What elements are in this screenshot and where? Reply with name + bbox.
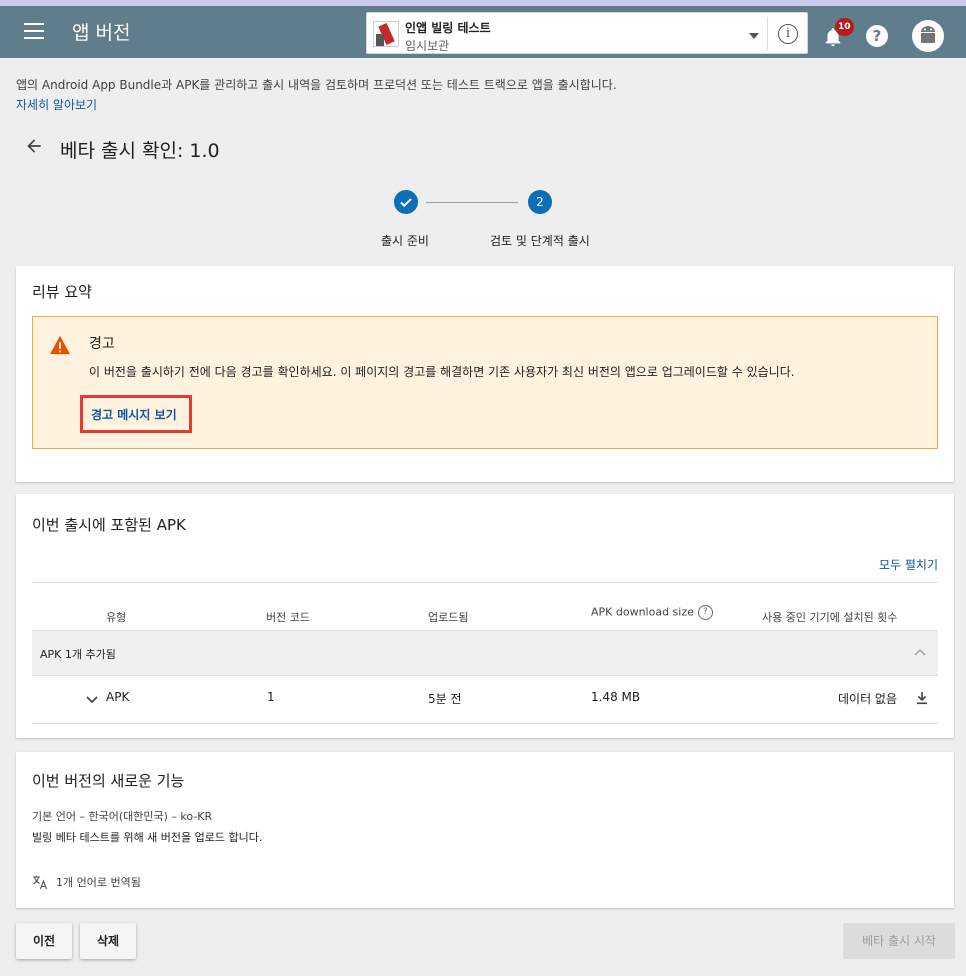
step-2-circle: 2 bbox=[528, 190, 552, 214]
review-summary-title: 리뷰 요약 bbox=[32, 283, 92, 301]
app-thumbnail bbox=[373, 21, 399, 47]
delete-button[interactable]: 삭제 bbox=[80, 923, 136, 959]
warning-title: 경고 bbox=[89, 336, 115, 352]
previous-button[interactable]: 이전 bbox=[16, 923, 72, 959]
app-name: 인앱 빌링 테스트 bbox=[405, 21, 491, 35]
chevron-down-icon[interactable] bbox=[86, 693, 98, 705]
android-avatar-icon bbox=[921, 26, 935, 43]
dropdown-caret-icon[interactable] bbox=[749, 33, 759, 39]
apk-row-uploaded: 5분 전 bbox=[428, 692, 462, 706]
back-arrow-icon[interactable] bbox=[24, 136, 44, 156]
check-icon bbox=[400, 198, 412, 208]
start-beta-rollout-button: 베타 출시 시작 bbox=[843, 923, 955, 959]
info-icon[interactable]: i bbox=[778, 24, 798, 44]
apk-group-label: APK 1개 추가됨 bbox=[40, 648, 116, 661]
step-1-circle bbox=[394, 190, 418, 214]
column-header-download-size: APK download size? bbox=[591, 605, 713, 620]
apk-row-size: 1.48 MB bbox=[591, 690, 641, 704]
apk-card: 이번 출시에 포함된 APK 모두 펼치기 유형 버전 코드 업로드됨 APK … bbox=[16, 494, 954, 738]
app-bar-title: 앱 버전 bbox=[72, 22, 131, 44]
apk-row-version-code: 1 bbox=[267, 690, 275, 704]
column-header-type: 유형 bbox=[106, 611, 127, 624]
app-status: 임시보관 bbox=[405, 39, 450, 53]
avatar[interactable] bbox=[912, 20, 944, 52]
apk-card-title: 이번 출시에 포함된 APK bbox=[32, 516, 186, 534]
whats-new-card: 이번 버전의 새로운 기능 기본 언어 – 한국어(대한민국) – ko-KR … bbox=[16, 752, 954, 908]
table-divider bbox=[32, 582, 938, 583]
download-icon[interactable] bbox=[916, 691, 928, 705]
help-circle-icon[interactable]: ? bbox=[697, 605, 713, 620]
review-summary-card: 리뷰 요약 경고 이 버전을 출시하기 전에 다음 경고를 확인하세요. 이 페… bbox=[16, 266, 954, 482]
translation-count: 1개 언어로 번역됨 bbox=[56, 876, 141, 889]
whats-new-title: 이번 버전의 새로운 기능 bbox=[32, 772, 185, 790]
top-app-bar: 앱 버전 인앱 빌링 테스트 임시보관 i 10 ? bbox=[0, 6, 966, 58]
expand-all-link[interactable]: 모두 펼치기 bbox=[879, 556, 938, 573]
step-2-label: 검토 및 단계적 출시 bbox=[490, 234, 590, 248]
selector-divider bbox=[767, 17, 768, 51]
warning-icon bbox=[50, 335, 70, 355]
stepper-connector bbox=[426, 202, 518, 203]
app-selector[interactable]: 인앱 빌링 테스트 임시보관 i bbox=[366, 12, 808, 54]
warning-box: 경고 이 버전을 출시하기 전에 다음 경고를 확인하세요. 이 페이지의 경고… bbox=[32, 316, 938, 449]
default-language: 기본 언어 – 한국어(대한민국) – ko-KR bbox=[32, 810, 213, 823]
column-header-download-size-label: APK download size bbox=[591, 605, 694, 619]
view-warnings-highlight[interactable]: 경고 메시지 보기 bbox=[80, 395, 192, 433]
learn-more-link[interactable]: 자세히 알아보기 bbox=[16, 96, 97, 113]
translate-icon bbox=[33, 875, 48, 890]
page-title: 베타 출시 확인: 1.0 bbox=[60, 140, 220, 162]
help-icon[interactable]: ? bbox=[866, 25, 888, 47]
column-header-installs: 사용 중인 기기에 설치된 횟수 bbox=[762, 611, 898, 624]
page-description: 앱의 Android App Bundle과 APK를 관리하고 출시 내역을 … bbox=[16, 78, 617, 92]
apk-row-installs: 데이터 없음 bbox=[838, 692, 898, 706]
table-divider-bottom bbox=[32, 723, 938, 724]
menu-icon[interactable] bbox=[24, 23, 44, 39]
warning-text: 이 버전을 출시하기 전에 다음 경고를 확인하세요. 이 페이지의 경고를 해… bbox=[89, 365, 795, 379]
chevron-up-icon[interactable] bbox=[914, 647, 926, 659]
apk-row-type: APK bbox=[106, 690, 130, 704]
column-header-uploaded: 업로드됨 bbox=[428, 611, 469, 624]
apk-group-row[interactable]: APK 1개 추가됨 bbox=[32, 630, 938, 676]
view-warnings-link[interactable]: 경고 메시지 보기 bbox=[91, 406, 177, 423]
release-notes-text: 빌링 베타 테스트를 위해 새 버전을 업로드 합니다. bbox=[32, 831, 263, 844]
step-1-label: 출시 준비 bbox=[381, 234, 429, 248]
column-header-version-code: 버전 코드 bbox=[266, 611, 310, 624]
notification-badge: 10 bbox=[835, 18, 854, 36]
